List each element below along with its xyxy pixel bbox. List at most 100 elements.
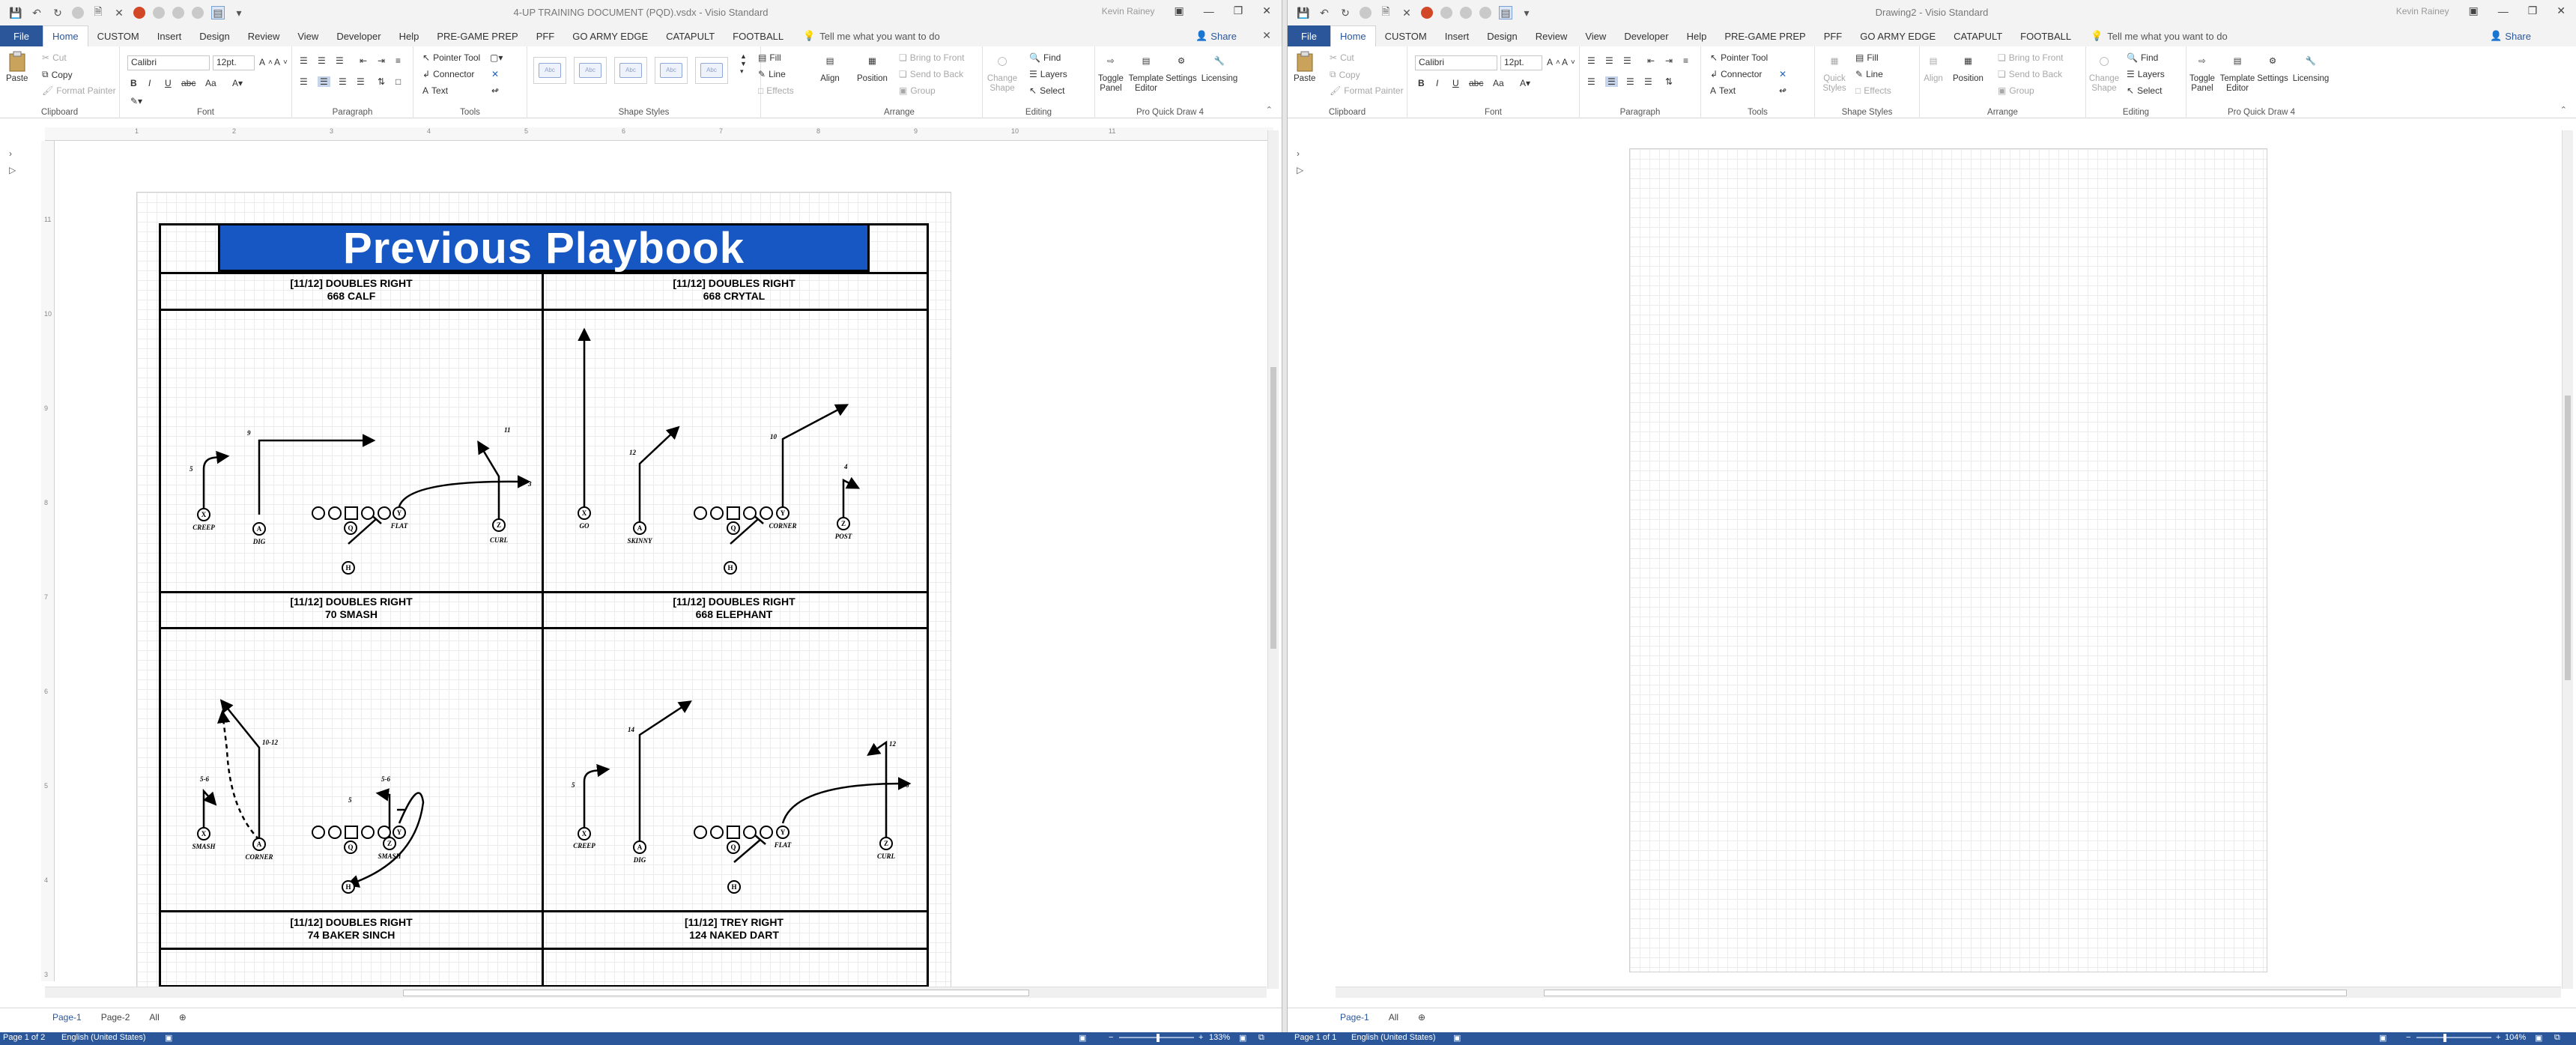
tab-go-army-edge[interactable]: GO ARMY EDGE <box>563 25 657 46</box>
template-editor-button[interactable]: ▤ Template Editor <box>2219 51 2255 94</box>
bold-button[interactable]: B <box>130 78 137 88</box>
account-name[interactable]: Kevin Rainey <box>1102 6 1155 16</box>
save-icon[interactable]: 💾 <box>1297 6 1310 19</box>
layout-icon[interactable]: ▤ <box>1499 6 1512 19</box>
tab-insert[interactable]: Insert <box>1436 25 1479 46</box>
page-tab-2[interactable]: Page-2 <box>101 1012 130 1023</box>
fit-page-icon[interactable]: ▣ <box>2379 1033 2386 1043</box>
italic-button[interactable]: I <box>1436 78 1438 88</box>
zoom-level-right[interactable]: 104% <box>2505 1033 2526 1042</box>
connection-point-icon[interactable]: ✕ <box>491 69 499 79</box>
tab-developer[interactable]: Developer <box>1615 25 1677 46</box>
macro-icon[interactable]: ▣ <box>1453 1033 1461 1043</box>
tab-help[interactable]: Help <box>390 25 428 46</box>
add-page-icon[interactable]: ⊕ <box>179 1012 187 1023</box>
tab-football[interactable]: FOOTBALL <box>724 25 793 46</box>
customize-qat-icon[interactable]: ▾ <box>1520 6 1533 19</box>
align-middle-icon[interactable]: ☰ <box>318 55 326 66</box>
tab-pre-game-prep[interactable]: PRE-GAME PREP <box>1715 25 1814 46</box>
language-status[interactable]: English (United States) <box>61 1033 146 1042</box>
align-button[interactable]: ▤ Align <box>819 51 840 84</box>
tab-design[interactable]: Design <box>1478 25 1526 46</box>
position-button[interactable]: ▦ Position <box>857 51 888 84</box>
copy-button[interactable]: ⧉ Copy <box>1330 69 1360 80</box>
find-button[interactable]: 🔍 Find <box>1029 52 1061 63</box>
tab-pff[interactable]: PFF <box>527 25 564 46</box>
vertical-scroll-thumb[interactable] <box>1270 367 1276 649</box>
align-bottom-icon[interactable]: ☰ <box>336 55 344 66</box>
align-bottom-icon[interactable]: ☰ <box>1623 55 1631 66</box>
layout-icon[interactable]: ▤ <box>211 6 225 19</box>
underline-button[interactable]: U <box>1452 78 1459 88</box>
restore-icon[interactable]: ❐ <box>1234 4 1243 17</box>
vertical-scroll-thumb[interactable] <box>2565 396 2571 680</box>
justify-icon[interactable]: ☰ <box>357 76 365 87</box>
minimize-icon[interactable]: — <box>1204 5 1214 17</box>
copy-button[interactable]: ⧉ Copy <box>42 69 73 80</box>
zoom-in-icon[interactable]: + <box>1198 1033 1203 1042</box>
play-diagram-1[interactable]: X A Q Y Z H CREEP DIG FLAT CURL 5 9 11 3 <box>190 426 532 575</box>
add-page-icon[interactable]: ⊕ <box>1418 1012 1425 1023</box>
page-tab-1[interactable]: Page-1 <box>1340 1012 1369 1023</box>
tab-pre-game-prep[interactable]: PRE-GAME PREP <box>428 25 527 46</box>
fill-button[interactable]: ▤ Fill <box>1855 52 1879 63</box>
account-name[interactable]: Kevin Rainey <box>2396 6 2449 16</box>
tab-home[interactable]: Home <box>1330 25 1376 46</box>
align-left-icon[interactable]: ☰ <box>300 76 308 87</box>
tab-help[interactable]: Help <box>1678 25 1716 46</box>
align-top-icon[interactable]: ☰ <box>300 55 308 66</box>
horizontal-scroll-thumb[interactable] <box>1544 990 2347 996</box>
circle-shape-icon[interactable] <box>153 7 165 19</box>
shrink-font-icon[interactable]: A ˅ <box>1562 57 1575 67</box>
shape-style-swatch-5[interactable]: Abc <box>695 57 728 84</box>
font-size-aa-icon[interactable]: Aa <box>1493 78 1504 88</box>
licensing-button[interactable]: 🔧 Licensing <box>1200 51 1239 84</box>
all-pages-tab[interactable]: All <box>1389 1012 1398 1023</box>
font-size-aa-icon[interactable]: Aa <box>205 78 216 88</box>
toggle-panel-button[interactable]: ⇨ Toggle Panel <box>1095 51 1127 94</box>
tab-home[interactable]: Home <box>42 25 88 46</box>
position-button[interactable]: ▦ Position <box>1953 51 1983 84</box>
share-button[interactable]: 👤 Share <box>1195 30 1237 42</box>
shapes-window-icon[interactable]: ▷ <box>9 162 16 178</box>
redo-icon[interactable]: ↻ <box>1339 6 1352 19</box>
play-diagram-2[interactable]: X A Q Y Z H GO SKINNY CORNER POST 12 10 … <box>578 327 861 575</box>
bold-button[interactable]: B <box>1418 78 1425 88</box>
tab-view[interactable]: View <box>288 25 327 46</box>
decrease-indent-icon[interactable]: ⇤ <box>360 55 367 66</box>
connector-button[interactable]: ↲ Connector <box>422 69 474 79</box>
tab-go-army-edge[interactable]: GO ARMY EDGE <box>1851 25 1945 46</box>
tell-me-search[interactable]: 💡 Tell me what you want to do <box>2080 25 2228 46</box>
tab-catapult[interactable]: CATAPULT <box>657 25 724 46</box>
cut-button[interactable]: ✂ Cut <box>1330 52 1354 63</box>
bring-to-front-button[interactable]: ❏ Bring to Front <box>899 52 964 63</box>
text-block-icon[interactable]: □ <box>396 76 401 87</box>
shape-style-swatch-4[interactable]: Abc <box>655 57 688 84</box>
decrease-indent-icon[interactable]: ⇤ <box>1647 55 1655 66</box>
select-button[interactable]: ↖ Select <box>2127 85 2162 96</box>
line-tool-icon[interactable]: ↫ <box>491 85 499 96</box>
tab-pff[interactable]: PFF <box>1815 25 1852 46</box>
shape-style-swatch-2[interactable]: Abc <box>574 57 607 84</box>
shrink-font-icon[interactable]: A ˅ <box>274 57 288 67</box>
zoom-level-left[interactable]: 133% <box>1209 1033 1230 1042</box>
font-color-icon[interactable]: A▾ <box>232 78 243 88</box>
cut-button[interactable]: ✂ Cut <box>42 52 67 63</box>
layers-button[interactable]: ☰ Layers <box>1029 69 1067 79</box>
fit-window-icon[interactable]: ▣ <box>2535 1033 2542 1043</box>
collapse-ribbon-icon[interactable]: ⌃ <box>1266 105 1273 115</box>
close-doc-icon[interactable]: ✕ <box>1400 6 1413 19</box>
horizontal-scroll-thumb[interactable] <box>403 990 1029 996</box>
tab-football[interactable]: FOOTBALL <box>2011 25 2080 46</box>
align-right-icon[interactable]: ☰ <box>1626 76 1634 87</box>
styles-more-icon[interactable]: ▲ ▼ ▾ <box>740 52 747 75</box>
shape-tool-icon[interactable] <box>1479 7 1491 19</box>
find-button[interactable]: 🔍 Find <box>2127 52 2158 63</box>
switch-windows-icon[interactable]: ⧉ <box>2554 1033 2560 1043</box>
text-tool-button[interactable]: A Text <box>1710 85 1736 96</box>
increase-indent-icon[interactable]: ⇥ <box>1665 55 1673 66</box>
page-tab-1[interactable]: Page-1 <box>52 1012 82 1023</box>
playbook-sheet[interactable]: Previous Playbook [11/12] DOUBLES RIGHT 6… <box>159 223 929 990</box>
vertical-scrollbar[interactable] <box>1267 130 1279 989</box>
paste-button[interactable]: Paste <box>6 51 28 84</box>
